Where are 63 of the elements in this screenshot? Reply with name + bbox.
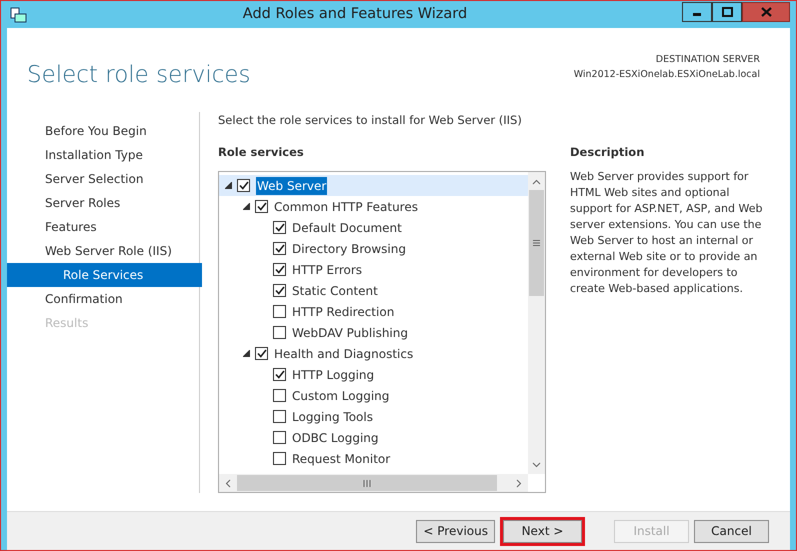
collapse-arrow-icon[interactable]: [224, 182, 232, 190]
tree-item-label: HTTP Redirection: [292, 304, 394, 321]
nav-step[interactable]: Before You Begin: [7, 119, 202, 143]
destination-server: Win2012-ESXiOnelab.ESXiOneLab.local: [574, 68, 760, 82]
nav-step[interactable]: Role Services: [7, 263, 202, 287]
checkbox[interactable]: [273, 326, 286, 340]
nav-step[interactable]: Features: [7, 215, 202, 239]
minimize-icon: [693, 13, 701, 16]
checkbox[interactable]: [255, 347, 268, 360]
checkbox[interactable]: [273, 431, 286, 444]
tree-item-label: Request Monitor: [292, 450, 390, 468]
checkbox[interactable]: [237, 179, 250, 192]
wizard-button[interactable]: Cancel: [694, 520, 769, 542]
scroll-right-icon[interactable]: [516, 478, 522, 488]
collapse-arrow-icon[interactable]: [242, 203, 250, 210]
checkbox[interactable]: [273, 263, 286, 276]
tree-item-label: ODBC Logging: [292, 430, 379, 447]
scroll-down-icon[interactable]: [532, 462, 541, 468]
tree-item-label: WebDAV Publishing: [292, 324, 408, 342]
tree-item-label: Static Content: [292, 282, 378, 300]
scroll-thumb[interactable]: [529, 190, 544, 296]
checkbox[interactable]: [273, 368, 286, 382]
maximize-button[interactable]: [712, 2, 742, 22]
close-button[interactable]: [742, 2, 790, 22]
tree-item-label: Health and Diagnostics: [274, 346, 414, 363]
destination-label: DESTINATION SERVER: [654, 53, 760, 67]
app-icon: [10, 6, 28, 22]
nav-step[interactable]: Server Selection: [7, 167, 202, 191]
checkbox[interactable]: [273, 284, 286, 298]
description-heading: Description: [570, 144, 646, 161]
minimize-button[interactable]: [682, 2, 712, 22]
checkbox[interactable]: [273, 410, 286, 424]
nav-step[interactable]: Server Roles: [7, 191, 202, 215]
nav-step[interactable]: Confirmation: [7, 287, 202, 311]
tree-item-label: HTTP Logging: [292, 366, 374, 384]
tree-item-label: Common HTTP Features: [274, 198, 418, 216]
tree-item-label: Logging Tools: [292, 408, 373, 426]
horizontal-scroll-thumb[interactable]: [237, 475, 497, 491]
tree-item-label: Default Document: [292, 220, 402, 237]
nav-step[interactable]: Web Server Role (IIS): [7, 239, 202, 263]
instruction-text: Select the role services to install for Web Server (IIS): [218, 112, 523, 128]
description-text: Web Server provides support for HTML Web sites and optional support for ASP.NET, ASP, and Web server extensions. You can use the Web Server to host an internal or external Web site or to provide an environment for developers to create Web-based applications.: [570, 169, 764, 298]
tree-item-label: Custom Logging: [292, 388, 390, 405]
page-title: Select role services: [27, 61, 251, 90]
scroll-up-icon[interactable]: [532, 179, 541, 186]
checkbox[interactable]: [273, 221, 286, 234]
checkbox[interactable]: [255, 200, 268, 214]
checkbox[interactable]: [273, 242, 286, 256]
checkbox[interactable]: [273, 389, 286, 402]
tree-item-label: HTTP Errors: [292, 262, 362, 279]
tree-item-label: Web Server: [256, 176, 328, 195]
section-heading: Role services: [218, 144, 305, 161]
tree-item-label: Directory Browsing: [292, 240, 406, 258]
collapse-arrow-icon[interactable]: [242, 350, 250, 358]
close-icon: [760, 6, 772, 16]
selected-row[interactable]: Web Server: [219, 175, 528, 196]
checkbox[interactable]: [273, 452, 286, 466]
checkbox[interactable]: [273, 305, 286, 318]
wizard-button[interactable]: < Previous: [416, 520, 495, 542]
maximize-icon: [722, 6, 732, 16]
window-title: Add Roles and Features Wizard: [242, 4, 468, 24]
scroll-left-icon[interactable]: [225, 478, 231, 488]
nav-step[interactable]: Installation Type: [7, 143, 202, 167]
